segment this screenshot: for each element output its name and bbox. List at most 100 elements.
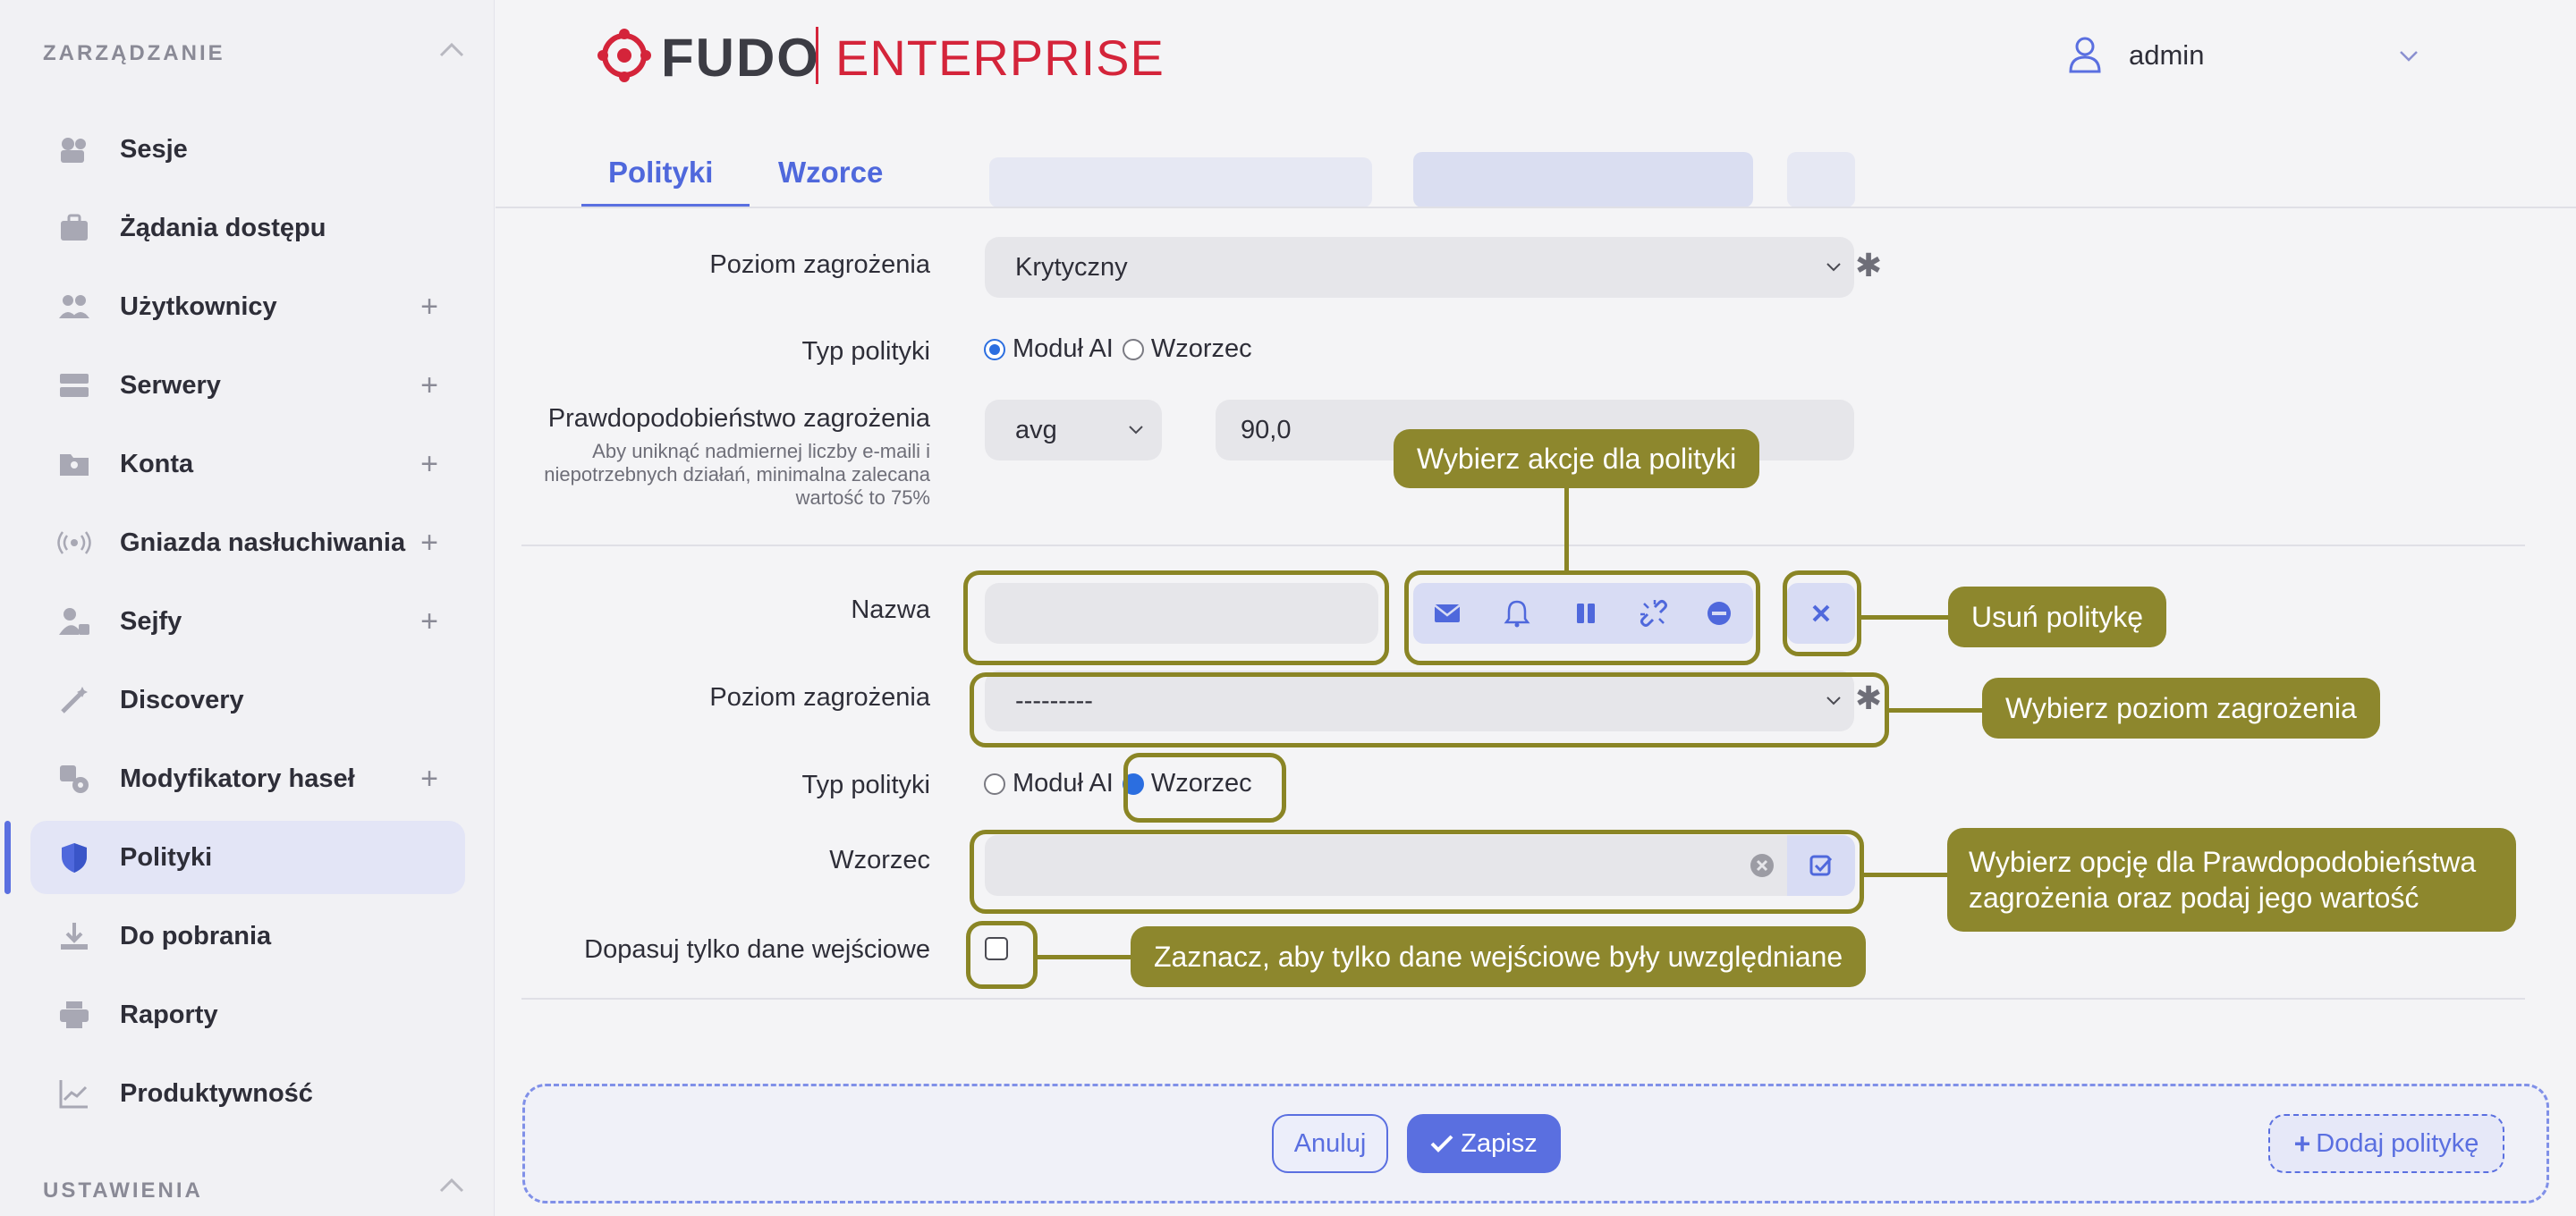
highlight-actions	[1404, 570, 1760, 665]
printer-icon	[60, 1001, 89, 1028]
ghost-field	[989, 157, 1372, 207]
policy-type-radios: Moduł AI Wzorzec	[984, 334, 1252, 364]
add-password-changer-button[interactable]: +	[420, 762, 438, 797]
match-input-label: Dopasuj tylko dane wejściowe	[584, 935, 930, 964]
section-header-settings: USTAWIENIA	[43, 1178, 203, 1203]
add-policy-button[interactable]: + Dodaj politykę	[2268, 1114, 2504, 1173]
threat-level-label: Poziom zagrożenia	[709, 250, 930, 279]
highlight-pattern-radio	[1123, 753, 1286, 823]
cancel-button[interactable]: Anuluj	[1272, 1114, 1388, 1173]
callout-delete: Usuń politykę	[1948, 587, 2167, 647]
radio-ai-label: Moduł AI	[1013, 334, 1114, 363]
policy-separator	[521, 545, 2525, 546]
tab-policies[interactable]: Polityki	[608, 156, 713, 190]
highlight-checkbox	[966, 921, 1038, 989]
active-indicator	[4, 821, 11, 894]
broadcast-icon	[57, 531, 91, 554]
connector-actions	[1564, 486, 1569, 572]
server-icon	[60, 374, 89, 397]
camera-icon	[61, 138, 86, 163]
connector-delete	[1860, 615, 1950, 620]
tab-patterns[interactable]: Wzorce	[778, 156, 883, 190]
pattern-label: Wzorzec	[829, 846, 930, 874]
add-policy-label: Dodaj politykę	[2316, 1128, 2479, 1158]
highlight-pattern-field	[970, 830, 1864, 914]
user-lock-icon	[59, 608, 89, 635]
top-header: FUDO ENTERPRISE admin	[496, 0, 2576, 113]
ghost-actions	[1413, 152, 1753, 207]
magic-wand-icon	[61, 687, 88, 714]
add-account-button[interactable]: +	[420, 447, 438, 482]
radio-ai-2[interactable]	[984, 773, 1005, 795]
highlight-threat	[970, 672, 1889, 747]
fudo-logo-icon	[597, 29, 651, 82]
sidebar-item-productivity[interactable]: Produktywność	[30, 1057, 465, 1130]
add-safe-button[interactable]: +	[420, 604, 438, 639]
form-bottom-separator	[521, 998, 2525, 1000]
sidebar-item-sessions[interactable]: Sesje	[30, 113, 465, 186]
add-server-button[interactable]: +	[420, 368, 438, 403]
policy-type-label: Typ polityki	[801, 337, 930, 366]
connector-input-only	[1038, 955, 1132, 959]
chevron-down-icon	[1826, 263, 1841, 272]
connector-threat	[1889, 708, 1986, 713]
key-gear-icon	[60, 765, 89, 793]
ghost-delete	[1787, 152, 1855, 207]
user-menu-name[interactable]: admin	[2129, 39, 2204, 72]
add-user-button[interactable]: +	[420, 290, 438, 325]
chevron-up-icon[interactable]	[438, 1177, 465, 1195]
probability-value: 90,0	[1241, 415, 1292, 444]
sidebar-item-password-changers[interactable]: Modyfikatory haseł +	[30, 742, 465, 815]
logo-enterprise-text: ENTERPRISE	[835, 30, 1165, 86]
radio-ai[interactable]	[984, 338, 1005, 360]
folder-user-icon	[60, 454, 89, 476]
chevron-up-icon[interactable]	[438, 41, 465, 59]
threat-level-select[interactable]: Krytyczny	[985, 237, 1854, 298]
threat-level-label-2: Poziom zagrożenia	[709, 683, 930, 712]
radio-pattern-label: Wzorzec	[1150, 334, 1252, 363]
check-icon	[1430, 1135, 1453, 1153]
chevron-down-icon[interactable]	[2399, 50, 2419, 63]
logo-fudo-text: FUDO	[661, 28, 820, 88]
highlight-name	[963, 570, 1389, 665]
required-icon: ✱	[1855, 247, 1883, 283]
save-label: Zapisz	[1461, 1128, 1538, 1158]
save-button[interactable]: Zapisz	[1407, 1114, 1561, 1173]
download-icon	[61, 923, 88, 950]
sidebar-item-downloads[interactable]: Do pobrania	[30, 899, 465, 973]
add-listener-button[interactable]: +	[420, 526, 438, 561]
chart-line-icon	[59, 1080, 88, 1109]
tabs-divider	[496, 207, 2576, 208]
sidebar-item-users[interactable]: Użytkownicy +	[30, 270, 465, 343]
threat-level-value: Krytyczny	[1015, 252, 1128, 282]
probability-operator-select[interactable]: avg	[985, 400, 1162, 460]
sidebar-item-safes[interactable]: Sejfy +	[30, 585, 465, 658]
sidebar-item-policies[interactable]: Polityki	[30, 821, 465, 894]
probability-hint: Aby uniknąć nadmiernej liczby e-maili i …	[544, 440, 930, 509]
users-icon	[59, 295, 89, 318]
logo-separator	[816, 27, 818, 84]
user-icon[interactable]	[2068, 36, 2102, 73]
callout-actions: Wybierz akcje dla polityki	[1394, 429, 1760, 488]
radio-ai-label-2: Moduł AI	[1013, 769, 1114, 798]
probability-operator-value: avg	[1015, 415, 1057, 444]
sidebar-item-listeners[interactable]: Gniazda nasłuchiwania +	[30, 506, 465, 579]
briefcase-icon	[61, 214, 88, 241]
sidebar-item-access-requests[interactable]: Żądania dostępu	[30, 191, 465, 265]
sidebar-item-discovery[interactable]: Discovery	[30, 663, 465, 737]
plus-icon: +	[2293, 1127, 2311, 1160]
sidebar-item-reports[interactable]: Raporty	[30, 978, 465, 1051]
callout-threat: Wybierz poziom zagrożenia	[1982, 678, 2380, 739]
connector-probability	[1864, 873, 1950, 877]
callout-probability: Wybierz opcję dla Prawdopodobieństwa zag…	[1947, 828, 2516, 932]
radio-pattern[interactable]	[1122, 338, 1144, 360]
sidebar-item-servers[interactable]: Serwery +	[30, 349, 465, 422]
chevron-down-icon	[1129, 426, 1143, 435]
policy-type-label-2: Typ polityki	[801, 771, 930, 799]
name-label: Nazwa	[851, 595, 930, 624]
section-header-management: ZARZĄDZANIE	[43, 41, 225, 65]
sidebar-item-accounts[interactable]: Konta +	[30, 427, 465, 501]
probability-label: Prawdopodobieństwo zagrożenia	[547, 404, 930, 433]
callout-input-only: Zaznacz, aby tylko dane wejściowe były u…	[1131, 926, 1867, 987]
sidebar: ZARZĄDZANIE Sesje Żądania dostępu Użytko…	[0, 0, 495, 1216]
